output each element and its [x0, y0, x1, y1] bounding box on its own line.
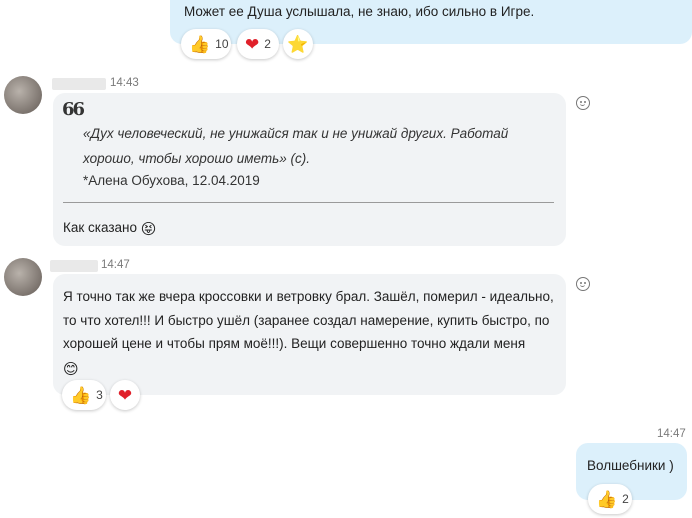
sender-name-redacted — [50, 260, 98, 272]
heart-icon: ❤ — [245, 34, 260, 54]
message-timestamp: 14:47 — [657, 428, 686, 440]
add-reaction-icon[interactable] — [576, 96, 590, 110]
reaction-heart[interactable]: ❤ 2 — [237, 29, 279, 59]
reaction-count: 10 — [215, 37, 229, 51]
message-text-content: Как сказано — [63, 220, 137, 235]
message-text: Волшебники ) — [587, 458, 674, 473]
reaction-thumbs-up[interactable]: 👍 10 — [181, 29, 231, 59]
thumbs-up-icon: 👍 — [70, 385, 92, 405]
reaction-star[interactable]: ⭐ — [283, 29, 313, 59]
reaction-heart[interactable]: ❤ — [110, 380, 140, 410]
avatar[interactable] — [4, 258, 42, 296]
quote-icon: 66 — [62, 99, 85, 120]
quote-author: *Алена Обухова, 12.04.2019 — [83, 173, 260, 188]
message-timestamp: 14:47 — [101, 259, 130, 271]
reaction-count: 2 — [264, 37, 271, 51]
heart-icon: ❤ — [117, 385, 133, 405]
reaction-thumbs-up[interactable]: 👍 2 — [588, 484, 632, 514]
thumbs-up-icon: 👍 — [596, 489, 618, 509]
quote-divider — [63, 202, 554, 203]
message-text: Как сказано 😝 — [63, 217, 156, 241]
add-reaction-icon[interactable] — [576, 277, 590, 291]
tongue-emoji-icon: 😝 — [140, 221, 157, 238]
reaction-count: 2 — [622, 492, 629, 506]
message-timestamp: 14:43 — [110, 77, 139, 89]
sender-name-redacted — [52, 78, 106, 90]
quoted-text: «Дух человеческий, не унижайся так и не … — [83, 126, 509, 166]
reaction-count: 3 — [96, 388, 103, 402]
smile-emoji-icon: 😊 — [63, 360, 79, 378]
message-text-content: Я точно так же вчера кроссовки и ветровк… — [63, 289, 554, 351]
reaction-thumbs-up[interactable]: 👍 3 — [62, 380, 106, 410]
avatar[interactable] — [4, 76, 42, 114]
message-text: Может ее Душа услышала, не знаю, ибо сил… — [184, 4, 535, 19]
star-icon: ⭐ — [287, 34, 309, 54]
message-text: Я точно так же вчера кроссовки и ветровк… — [63, 285, 558, 381]
thumbs-up-icon: 👍 — [189, 34, 211, 54]
